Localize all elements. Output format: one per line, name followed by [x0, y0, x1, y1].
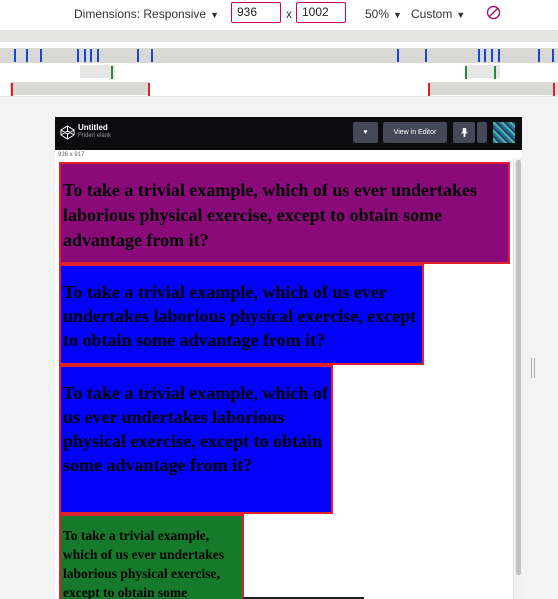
mq-tick[interactable] [425, 49, 427, 62]
mq-tick[interactable] [484, 49, 486, 62]
mq-tick[interactable] [148, 83, 150, 96]
pin-button[interactable] [453, 122, 475, 143]
chevron-down-icon: ▼ [456, 10, 466, 20]
avatar[interactable] [493, 122, 515, 143]
mq-row-range-right[interactable] [428, 82, 558, 95]
mq-tick[interactable] [465, 66, 467, 79]
mq-tick[interactable] [538, 49, 540, 62]
mq-tick[interactable] [11, 83, 13, 96]
view-in-editor-button[interactable]: View in Editor [383, 122, 447, 143]
mq-tick[interactable] [111, 66, 113, 79]
device-frame: Untitled Frideri elank ♥ View in Editor … [55, 117, 522, 599]
mq-tick[interactable] [397, 49, 399, 62]
rotate-icon[interactable] [486, 5, 501, 20]
mq-tick[interactable] [84, 49, 86, 62]
chevron-down-icon: ▼ [210, 10, 219, 20]
mq-tick[interactable] [26, 49, 28, 62]
mq-row-min-left[interactable] [80, 65, 115, 78]
text-box-1: To take a trivial example, which of us e… [59, 162, 510, 264]
mq-tick[interactable] [97, 49, 99, 62]
throttle-dropdown[interactable]: Custom ▼ [411, 7, 465, 21]
codepen-logo-icon[interactable] [60, 125, 75, 140]
dimensions-dropdown[interactable]: Dimensions: Responsive ▼ [74, 7, 219, 21]
mq-tick[interactable] [428, 83, 430, 96]
device-toolbar: Dimensions: Responsive ▼ 936 x 1002 50% ▼ … [0, 0, 558, 26]
throttle-label: Custom [411, 7, 453, 21]
height-input[interactable]: 1002 [296, 2, 346, 23]
width-input[interactable]: 936 [231, 2, 281, 23]
chevron-down-icon: ▼ [393, 10, 402, 20]
mq-tick[interactable] [90, 49, 92, 62]
pen-title: Untitled [78, 123, 108, 132]
pin-icon [460, 128, 468, 137]
dimensions-label: Dimensions: Responsive [74, 7, 207, 21]
text-box-2: To take a trivial example, which of us e… [59, 264, 424, 365]
preview-frame: To take a trivial example, which of us e… [55, 158, 522, 599]
pen-author[interactable]: Frideri elank [78, 133, 111, 139]
mq-tick[interactable] [553, 83, 555, 96]
mq-row-range-left[interactable] [10, 82, 150, 95]
mq-tick[interactable] [137, 49, 139, 62]
mq-tick[interactable] [498, 49, 500, 62]
resize-handle[interactable] [531, 358, 535, 378]
mq-tick[interactable] [14, 49, 16, 62]
mq-tick[interactable] [40, 49, 42, 62]
heart-icon: ♥ [363, 129, 368, 136]
mq-tick[interactable] [151, 49, 153, 62]
heart-button[interactable]: ♥ [353, 122, 378, 143]
mq-tick[interactable] [77, 49, 79, 62]
mq-row-top[interactable] [0, 30, 558, 42]
pin-menu-button[interactable] [477, 122, 487, 143]
scrollbar-thumb[interactable] [516, 160, 521, 575]
zoom-label: 50% [365, 7, 390, 21]
zoom-dropdown[interactable]: 50% ▼ [365, 7, 402, 21]
times-separator: x [286, 7, 292, 21]
text-box-3: To take a trivial example, which of us e… [59, 365, 333, 514]
mq-tick[interactable] [552, 49, 554, 62]
mq-tick[interactable] [491, 49, 493, 62]
mq-tick[interactable] [494, 66, 496, 79]
codepen-header: Untitled Frideri elank ♥ View in Editor [55, 117, 522, 150]
text-box-4: To take a trivial example, which of us e… [59, 514, 244, 599]
mq-tick[interactable] [478, 49, 480, 62]
